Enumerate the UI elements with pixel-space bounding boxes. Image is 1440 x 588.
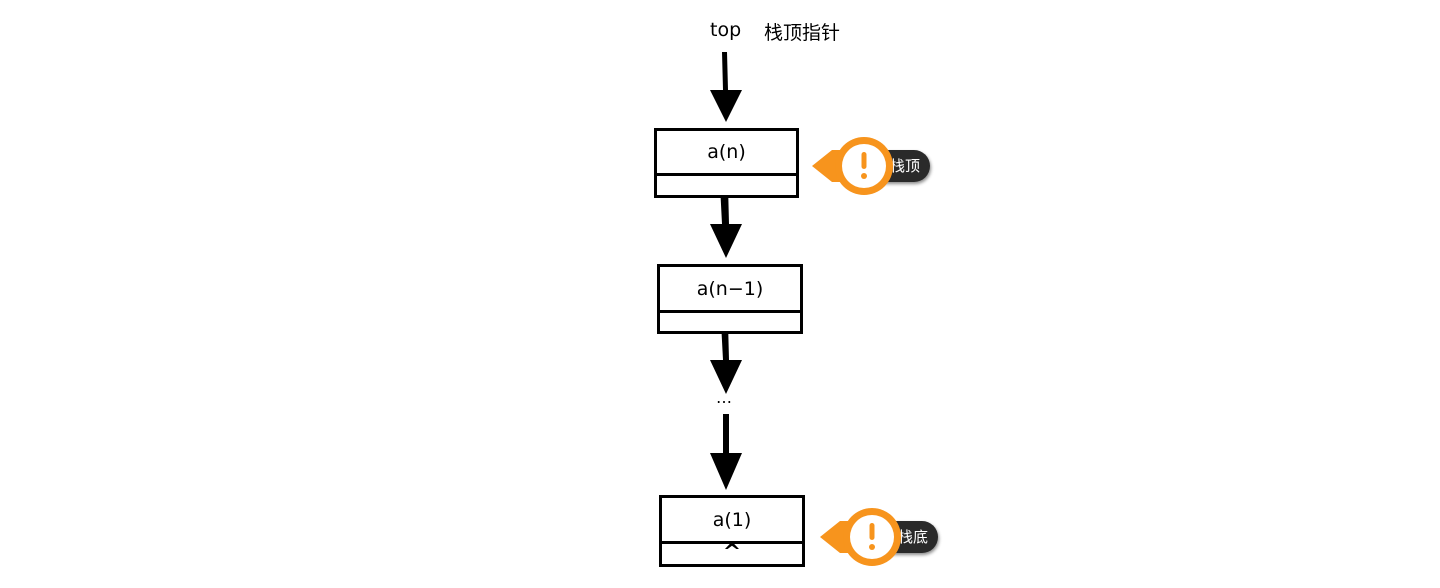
callout-stack-bottom: 栈底 (820, 507, 970, 567)
node-next-field: ^ (662, 541, 802, 564)
top-pointer-label: top (710, 19, 742, 41)
node-next-field (657, 173, 796, 195)
stack-node-second: a(n−1) (657, 264, 803, 334)
exclamation-icon (812, 137, 893, 195)
top-pointer-description: 栈顶指针 (764, 22, 841, 44)
node-data-field: a(n) (657, 131, 796, 176)
callout-stack-top: 栈顶 (812, 136, 962, 196)
node-next-field (660, 310, 800, 331)
node-data-field: a(1) (662, 498, 802, 544)
stack-node-bottom: a(1) ^ (659, 495, 805, 567)
ellipsis: … (716, 388, 733, 407)
exclamation-icon (820, 508, 901, 566)
null-pointer-mark: ^ (722, 540, 742, 565)
stack-diagram: top 栈顶指针 a(n) a(n−1) … a(1) ^ 栈顶 栈底 (0, 0, 1440, 588)
arrow-icon (710, 52, 742, 122)
node-data-field: a(n−1) (660, 267, 800, 313)
stack-node-top: a(n) (654, 128, 799, 198)
arrow-icon (710, 414, 742, 490)
